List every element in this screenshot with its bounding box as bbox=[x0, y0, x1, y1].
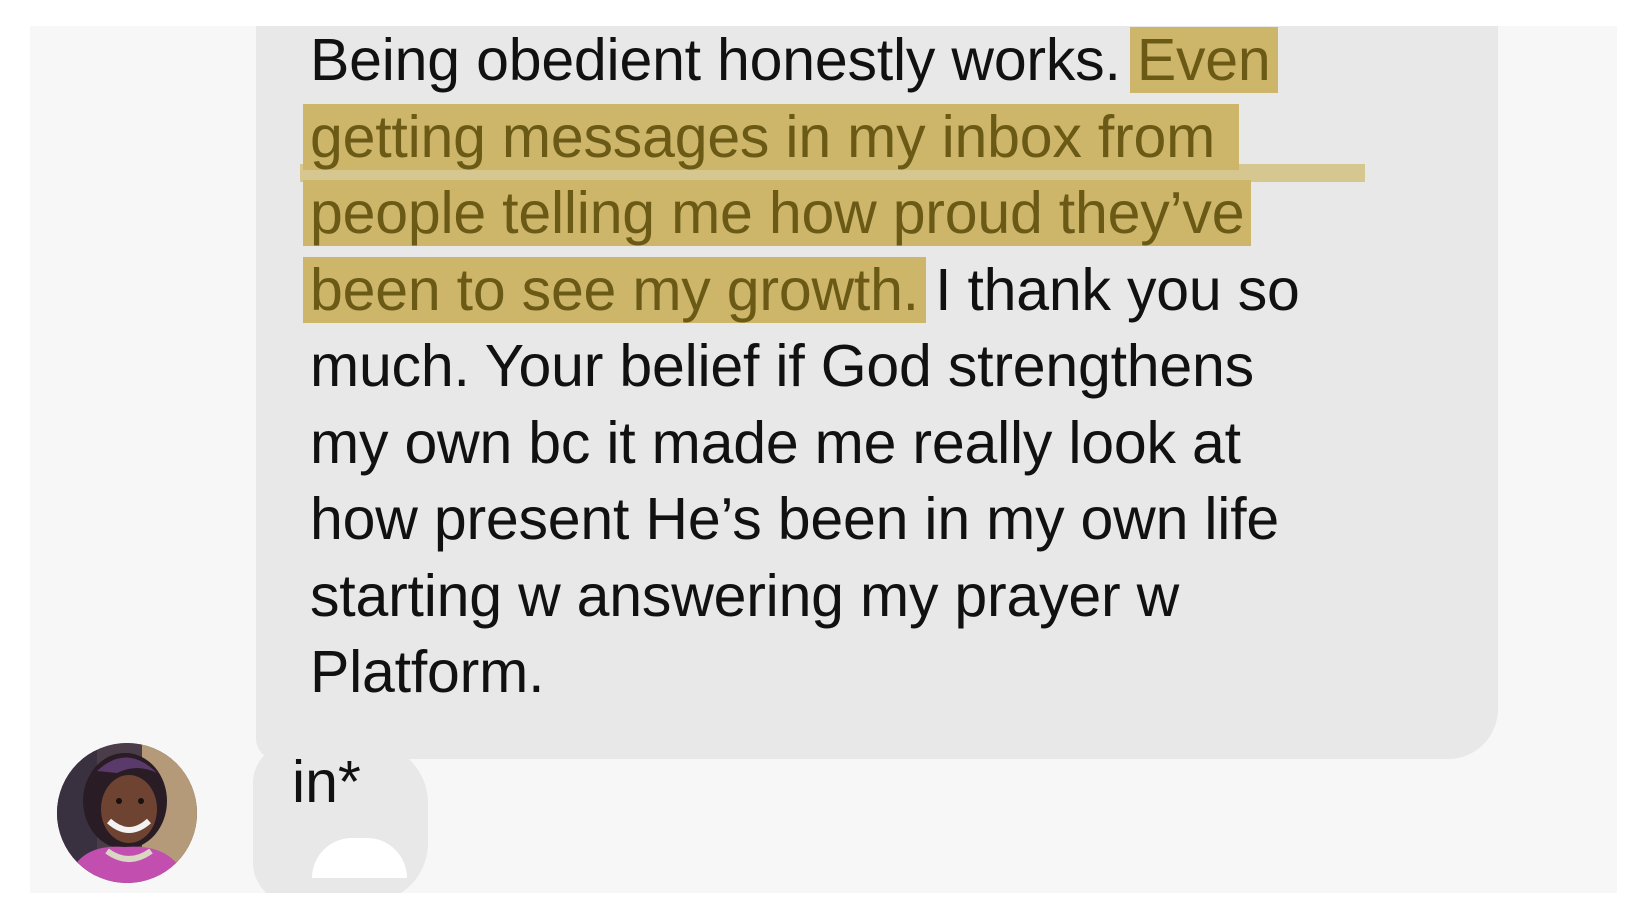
message-text-span: I thank you so bbox=[918, 256, 1300, 323]
highlighted-text: people telling me how proud they’ve bbox=[303, 180, 1252, 246]
message-line: starting w answering my prayer w bbox=[310, 562, 1180, 629]
chat-screen: Being obedient honestly works. Even gett… bbox=[30, 26, 1617, 893]
message-text-span: Being obedient honestly works. bbox=[310, 27, 1137, 93]
message-line: much. Your belief if God strengthens bbox=[310, 333, 1254, 399]
message-line: getting messages in my inbox from bbox=[303, 99, 1490, 176]
avatar-portrait-icon bbox=[57, 743, 197, 883]
message-line: been to see my growth. I thank you so bbox=[303, 252, 1490, 329]
message-line: Platform. bbox=[310, 639, 545, 705]
message-line: people telling me how proud they’ve bbox=[303, 175, 1490, 252]
message-line: how present He’s been in my own life bbox=[310, 486, 1280, 552]
message-line: my own bc it made me really look at bbox=[310, 409, 1241, 476]
highlighted-text: getting messages in my inbox from bbox=[303, 103, 1240, 170]
message-text: Being obedient honestly works. Even gett… bbox=[303, 26, 1490, 711]
highlighted-text: Even bbox=[1129, 27, 1278, 93]
message-line: Being obedient honestly works. Even bbox=[310, 26, 1490, 99]
message-text-small: in* bbox=[292, 749, 361, 815]
highlighted-text: been to see my growth. bbox=[303, 256, 926, 323]
profile-photo-avatar[interactable] bbox=[57, 743, 197, 883]
